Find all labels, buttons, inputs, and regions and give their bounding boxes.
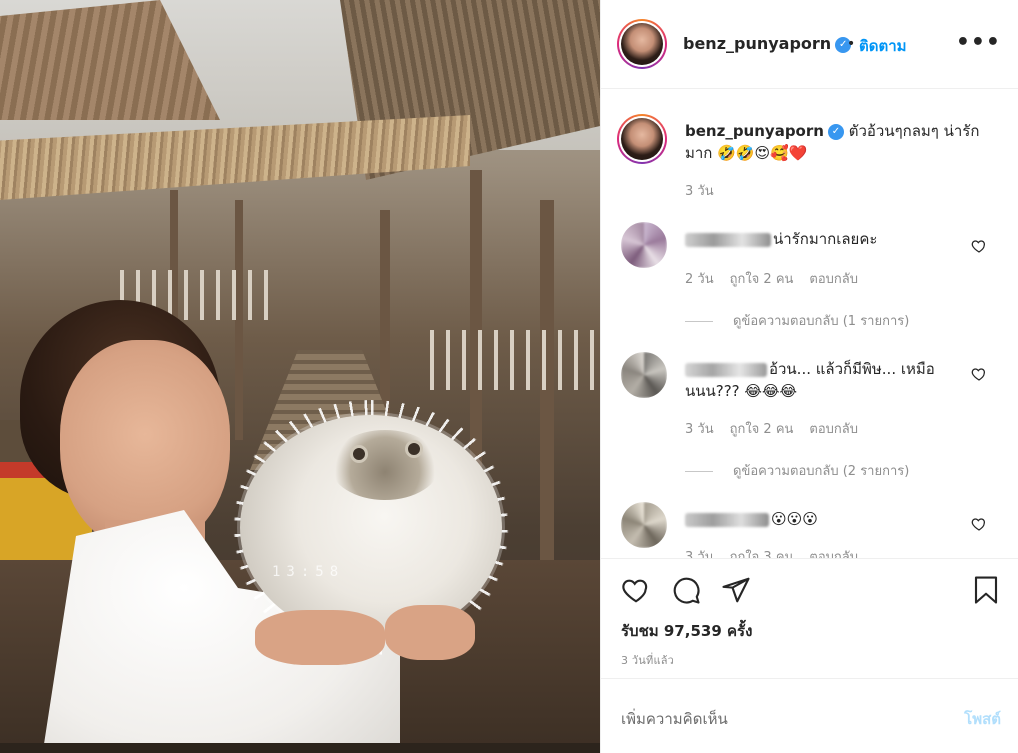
more-options-icon[interactable]: ••• [956,32,1001,54]
post-actions: รับชม 97,539 ครั้ง 3 วันที่แล้ว [601,558,1018,678]
comment-reply-button[interactable]: ตอบกลับ [809,422,858,437]
post-video[interactable]: 13:58 [0,0,600,753]
replies-line [685,321,713,322]
view-replies-button[interactable]: ดูข้อความตอบกลับ (2 รายการ) [685,460,909,481]
comment-item: 😮😮😮 [685,508,971,530]
replies-line [685,471,713,472]
media-bottom-edge [0,743,600,753]
caption-username[interactable]: benz_punyaporn [685,122,824,140]
add-comment-bar: เพิ่มความคิดเห็น โพสต์ [601,678,1018,753]
video-timestamp-overlay: 13:58 [272,564,345,580]
pufferfish-eye [350,445,368,463]
author-avatar[interactable] [617,19,667,69]
posted-time[interactable]: 3 วันที่แล้ว [621,651,674,669]
author-username-link[interactable]: benz_punyaporn ✓ [683,34,852,53]
balcony-railing [430,330,600,390]
comment-meta: 2 วัน ถูกใจ 2 คน ตอบกลับ [685,268,874,289]
share-icon[interactable] [721,575,751,605]
comment-icon[interactable] [671,575,701,605]
comments-list[interactable]: benz_punyaporn ✓ ตัวอ้วนๆกลมๆ น่ารักมาก 🤣… [601,90,1018,558]
comment-input[interactable]: เพิ่มความคิดเห็น [621,707,728,731]
comment-like-heart-icon[interactable] [971,238,987,254]
view-replies-label[interactable]: ดูข้อความตอบกลับ (1 รายการ) [733,314,909,329]
verified-badge-icon: ✓ [827,123,844,140]
comment-username-redacted[interactable] [685,362,767,377]
wooden-post [235,200,243,440]
comment-avatar[interactable] [621,222,667,268]
comment-time[interactable]: 2 วัน [685,272,714,287]
view-replies-button[interactable]: ดูข้อความตอบกลับ (1 รายการ) [685,310,909,331]
comment-likes[interactable]: ถูกใจ 2 คน [730,422,794,437]
comment-time[interactable]: 3 วัน [685,422,714,437]
view-replies-label[interactable]: ดูข้อความตอบกลับ (2 รายการ) [733,464,909,479]
post-header: benz_punyaporn ✓ • ติดตาม ••• [601,0,1018,89]
caption-author-avatar[interactable] [617,114,667,164]
hand-left [255,610,385,665]
comment-avatar[interactable] [621,352,667,398]
comment-meta: 3 วัน ถูกใจ 2 คน ตอบกลับ [685,418,874,439]
wooden-post [540,200,554,620]
comment-meta: 3 วัน ถูกใจ 3 คน ตอบกลับ [685,546,874,558]
author-username[interactable]: benz_punyaporn [683,34,831,53]
caption-meta: 3 วัน [685,180,730,201]
caption-time[interactable]: 3 วัน [685,184,714,199]
separator-dot: • [847,36,856,52]
post-sidebar: benz_punyaporn ✓ • ติดตาม ••• benz_punyap… [600,0,1018,753]
comment-text: น่ารักมากเลยคะ [773,230,878,248]
pufferfish-eye [405,440,423,458]
comment-username-redacted[interactable] [685,512,769,527]
comment-text: 😮😮😮 [771,510,818,528]
follow-button[interactable]: ติดตาม [859,34,907,58]
view-count[interactable]: รับชม 97,539 ครั้ง [621,619,752,643]
comment-reply-button[interactable]: ตอบกลับ [809,550,858,558]
comment-username-redacted[interactable] [685,232,771,247]
comment-like-heart-icon[interactable] [971,516,987,532]
comment-item: อ้วน... แล้วก็มีพิษ... เหมือนนน??? 😂😂😂 [685,358,971,402]
woman-face [60,340,230,550]
pufferfish-face [330,430,440,500]
bookmark-icon[interactable] [971,575,1001,605]
post-caption: benz_punyaporn ✓ ตัวอ้วนๆกลมๆ น่ารักมาก 🤣… [685,120,995,164]
comment-likes[interactable]: ถูกใจ 3 คน [730,550,794,558]
hand-right [385,605,475,660]
heart-icon[interactable] [621,575,651,605]
post-comment-button[interactable]: โพสต์ [964,707,1001,731]
comment-item: น่ารักมากเลยคะ [685,228,971,250]
comment-likes[interactable]: ถูกใจ 2 คน [730,272,794,287]
comment-reply-button[interactable]: ตอบกลับ [809,272,858,287]
comment-time[interactable]: 3 วัน [685,550,714,558]
comment-like-heart-icon[interactable] [971,366,987,382]
comment-avatar[interactable] [621,502,667,548]
